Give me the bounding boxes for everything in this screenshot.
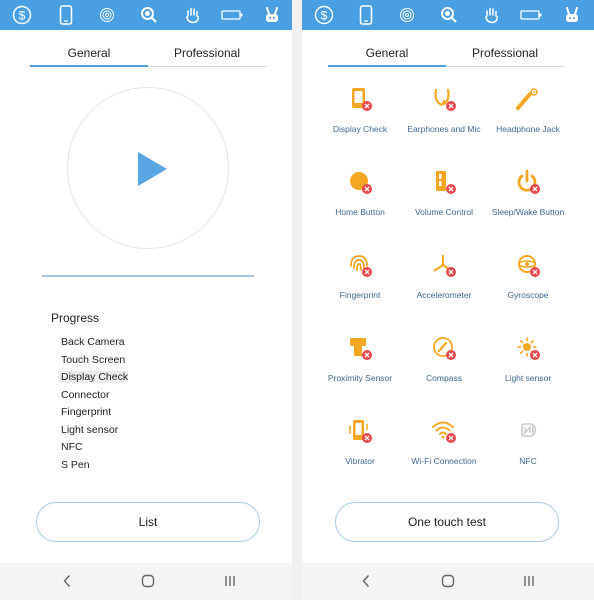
test-grid-panel: $ General Professional Display Check Ear… [302, 0, 594, 600]
recents-icon[interactable] [222, 573, 238, 589]
test-sleep-wake-button[interactable]: Sleep/Wake Button [482, 169, 574, 249]
fingerprint-icon[interactable] [96, 5, 118, 25]
phone-icon[interactable] [55, 5, 77, 25]
phone-icon[interactable] [355, 5, 377, 25]
progress-item: Light sensor [61, 424, 119, 436]
test-fingerprint[interactable]: Fingerprint [314, 252, 406, 332]
test-wifi-connection[interactable]: Wi-Fi Connection [398, 418, 490, 498]
earphones-icon [434, 88, 456, 111]
magnifier-icon[interactable] [438, 5, 460, 25]
progress-bar [42, 275, 254, 277]
compass-icon [433, 337, 456, 360]
test-vibrator[interactable]: Vibrator [314, 418, 406, 498]
test-earphones-and-mic[interactable]: Earphones and Mic [398, 86, 490, 166]
tab-general[interactable]: General [328, 40, 446, 66]
system-navbar [0, 563, 292, 600]
vibrator-icon [349, 420, 372, 443]
bunny-icon[interactable] [561, 5, 583, 25]
test-compass[interactable]: Compass [398, 335, 490, 415]
progress-item: Display Check [58, 371, 129, 383]
test-label: Light sensor [504, 373, 552, 383]
test-label: Headphone Jack [496, 124, 560, 134]
test-gyroscope[interactable]: Gyroscope [482, 252, 574, 332]
home-icon[interactable] [140, 573, 156, 589]
general-test-panel: $ General Professional Progress Back Cam… [0, 0, 292, 600]
system-navbar [302, 563, 594, 600]
magnifier-icon[interactable] [138, 5, 160, 25]
tab-professional[interactable]: Professional [148, 40, 266, 66]
progress-item: NFC [61, 441, 83, 453]
battery-icon[interactable] [221, 5, 243, 25]
home-icon[interactable] [440, 573, 456, 589]
test-proximity-sensor[interactable]: Proximity Sensor [314, 335, 406, 415]
display-icon [352, 88, 372, 111]
tab-active-indicator [30, 65, 148, 67]
panel-divider [292, 0, 302, 600]
test-light-sensor[interactable]: Light sensor [482, 335, 574, 415]
one-touch-test-button[interactable]: One touch test [335, 502, 559, 542]
test-label: NFC [519, 456, 537, 466]
test-nfc[interactable]: NFC [482, 418, 574, 498]
tab-bar: General Professional [30, 40, 266, 68]
test-accelerometer[interactable]: Accelerometer [398, 252, 490, 332]
svg-text:$: $ [321, 9, 328, 23]
test-display-check[interactable]: Display Check [314, 86, 406, 166]
hand-icon[interactable] [481, 5, 503, 25]
recents-icon[interactable] [521, 573, 537, 589]
bunny-icon[interactable] [261, 5, 283, 25]
test-home-button[interactable]: Home Button [314, 169, 406, 249]
light-sensor-icon [517, 337, 540, 360]
gyroscope-icon [518, 255, 540, 277]
progress-item: Back Camera [61, 336, 125, 348]
fingerprint-icon [350, 255, 372, 277]
dollar-circle-icon[interactable]: $ [11, 5, 33, 25]
top-toolbar: $ [302, 0, 594, 30]
hand-icon[interactable] [182, 5, 204, 25]
home-button-icon [350, 172, 372, 194]
progress-item: S Pen [61, 459, 90, 471]
progress-title: Progress [51, 311, 100, 325]
battery-icon[interactable] [520, 5, 542, 25]
progress-item: Connector [61, 389, 110, 401]
fingerprint-icon[interactable] [396, 5, 418, 25]
accelerometer-icon [433, 255, 456, 277]
tab-bar: General Professional [328, 40, 564, 68]
proximity-sensor-icon [350, 338, 372, 360]
progress-item: Touch Screen [61, 354, 126, 366]
progress-item: Fingerprint [61, 406, 112, 418]
tab-general[interactable]: General [30, 40, 148, 66]
test-volume-control[interactable]: Volume Control [398, 169, 490, 249]
nfc-icon [521, 423, 537, 437]
volume-control-icon [436, 171, 456, 194]
wifi-icon [432, 421, 456, 443]
test-label: Gyroscope [507, 290, 549, 300]
test-label: Sleep/Wake Button [491, 207, 565, 217]
svg-text:$: $ [19, 9, 26, 23]
play-icon[interactable] [138, 152, 167, 186]
dollar-circle-icon[interactable]: $ [313, 5, 335, 25]
back-icon[interactable] [59, 573, 75, 589]
tab-professional[interactable]: Professional [446, 40, 564, 66]
power-icon [517, 169, 540, 194]
test-headphone-jack[interactable]: Headphone Jack [482, 86, 574, 166]
tab-active-indicator [328, 65, 446, 67]
back-icon[interactable] [358, 573, 374, 589]
top-toolbar: $ [0, 0, 292, 30]
list-button[interactable]: List [36, 502, 260, 542]
headphone-jack-icon [516, 88, 538, 110]
